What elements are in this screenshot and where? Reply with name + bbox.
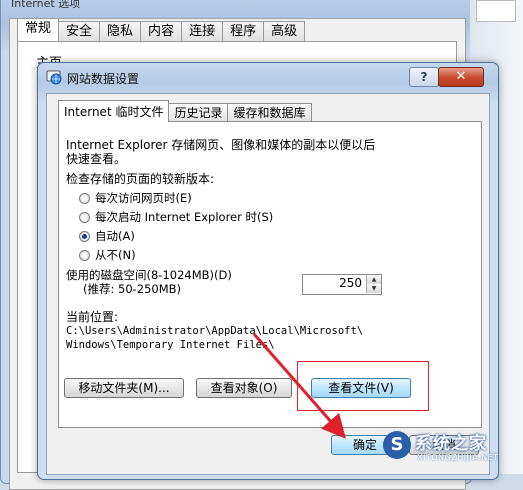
website-data-settings-dialog: 网站数据设置 ? ✕ Internet 临时文件 历史记录 缓存和数据库 Int… — [37, 62, 499, 480]
disk-space-spinbox[interactable]: 250 ▲ ▼ — [302, 274, 382, 295]
radio-every-start[interactable]: 每次启动 Internet Explorer 时(S) — [79, 209, 273, 225]
radio-label: 自动(A) — [95, 229, 135, 243]
view-files-highlight — [297, 361, 429, 411]
dialog-tabs: Internet 临时文件 历史记录 缓存和数据库 — [58, 100, 312, 122]
move-folder-button[interactable]: 移动文件夹(M)... — [64, 378, 184, 398]
radio-label: 从不(N) — [95, 248, 136, 262]
view-objects-button[interactable]: 查看对象(O) — [196, 378, 292, 398]
check-versions-label: 检查存储的页面的较新版本: — [66, 172, 215, 186]
location-path-line-1: C:\Users\Administrator\AppData\Local\Mic… — [66, 325, 364, 337]
watermark-text: 系统之家 — [415, 434, 487, 454]
radio-label: 每次访问网页时(E) — [95, 191, 192, 205]
disk-space-value[interactable]: 250 — [339, 276, 362, 290]
watermark-logo-icon: S — [383, 431, 411, 459]
tab-general[interactable]: 常规 — [17, 18, 60, 41]
radio-button[interactable] — [79, 211, 90, 223]
radio-never[interactable]: 从不(N) — [79, 247, 136, 263]
tab-privacy[interactable]: 隐私 — [99, 21, 142, 41]
tab-caches-databases[interactable]: 缓存和数据库 — [227, 103, 312, 122]
spin-down-icon[interactable]: ▼ — [366, 284, 381, 293]
close-button[interactable]: ✕ — [438, 67, 484, 87]
spin-up-icon[interactable]: ▲ — [366, 275, 381, 284]
internet-options-tabs: 常规 安全 隐私 内容 连接 程序 高级 — [17, 18, 306, 41]
tab-security[interactable]: 安全 — [58, 21, 101, 41]
radio-automatic[interactable]: 自动(A) — [79, 228, 135, 244]
radio-label: 每次启动 Internet Explorer 时(S) — [95, 210, 274, 224]
location-path-line-2: Windows\Temporary Internet Files\ — [66, 339, 275, 351]
tab-content[interactable]: 内容 — [140, 21, 183, 41]
background-field — [476, 0, 516, 22]
current-location-label: 当前位置: — [66, 310, 119, 324]
tab-history[interactable]: 历史记录 — [168, 103, 229, 122]
radio-button[interactable] — [79, 192, 90, 204]
tab-temporary-internet-files[interactable]: Internet 临时文件 — [58, 100, 170, 122]
dialog-body: Internet 临时文件 历史记录 缓存和数据库 Internet Explo… — [46, 93, 490, 475]
site-watermark: S 系统之家 XITONGZHIJIA.NET — [383, 425, 523, 474]
watermark-subtext: XITONGZHIJIA.NET — [417, 453, 499, 462]
help-button[interactable]: ? — [409, 67, 439, 87]
tab-advanced[interactable]: 高级 — [263, 21, 306, 41]
internet-settings-icon — [46, 70, 62, 85]
tab-programs[interactable]: 程序 — [222, 21, 265, 41]
radio-button[interactable] — [79, 249, 90, 261]
dialog-title: 网站数据设置 — [67, 72, 140, 86]
internet-options-title: Internet 选项 — [11, 0, 81, 10]
description-line-2: 快速查看。 — [66, 152, 127, 166]
disk-space-recommendation: (推荐: 50-250MB) — [83, 282, 182, 296]
radio-button-checked[interactable] — [79, 230, 90, 242]
tab-connections[interactable]: 连接 — [181, 21, 224, 41]
radio-every-visit[interactable]: 每次访问网页时(E) — [79, 190, 192, 206]
